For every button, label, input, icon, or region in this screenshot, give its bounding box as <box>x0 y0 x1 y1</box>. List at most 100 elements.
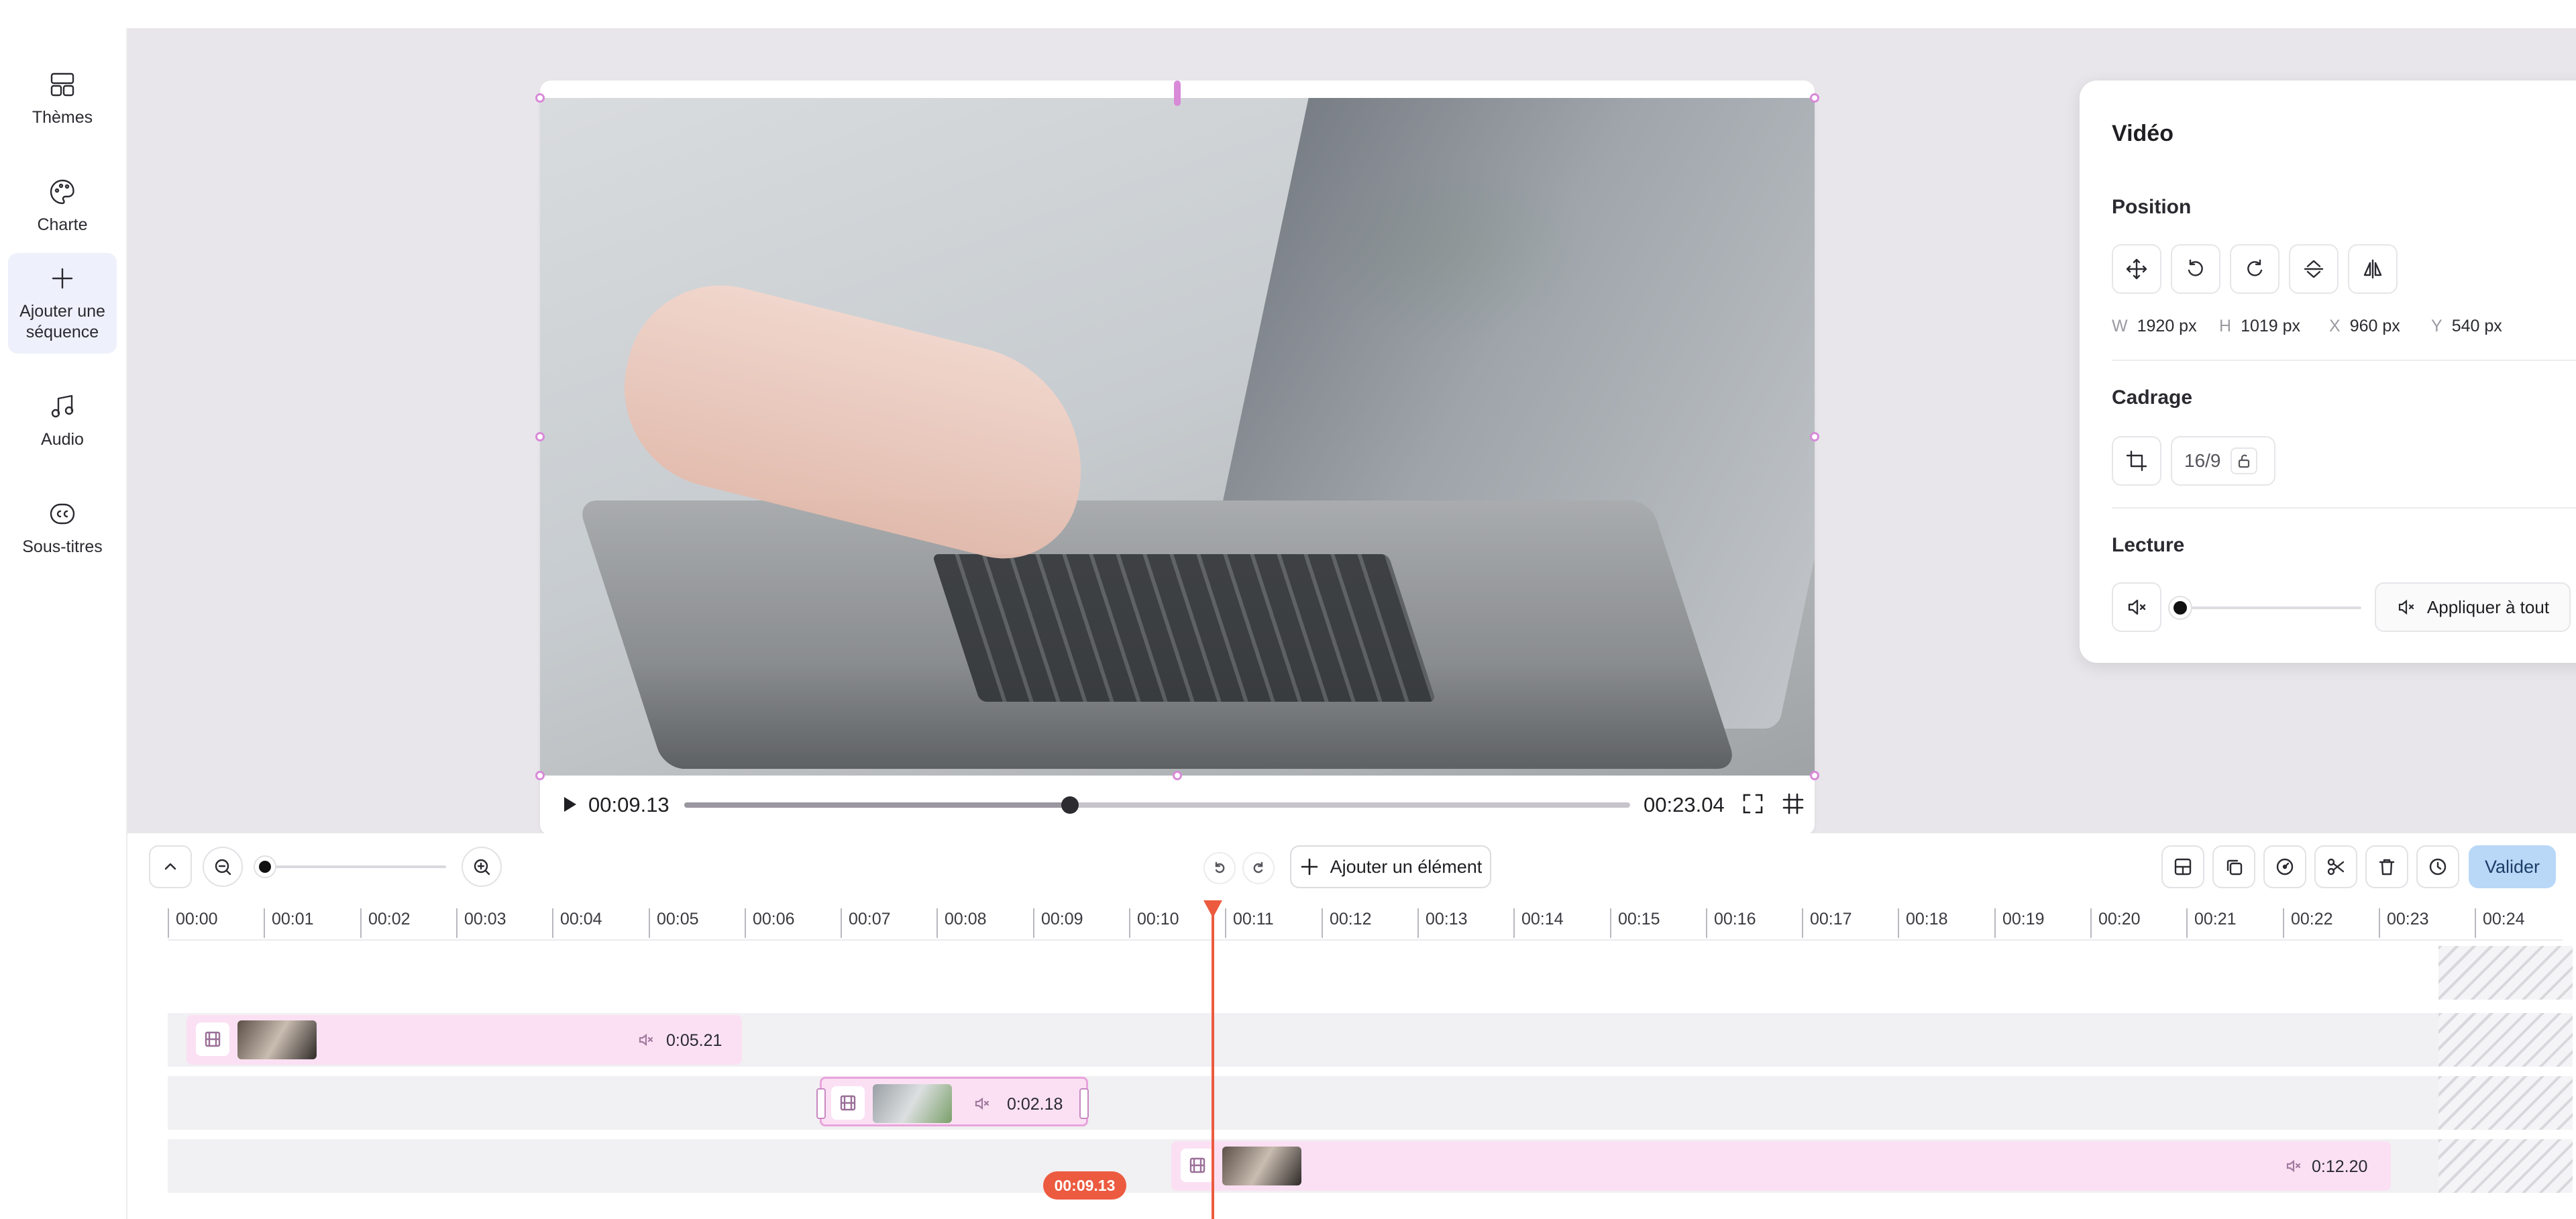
chevron-up-icon <box>164 863 176 870</box>
timeline-track-empty <box>168 946 2573 1000</box>
clip-trim-handle-right[interactable] <box>1079 1088 1089 1119</box>
sidebar-item-label: Audio <box>41 429 84 449</box>
duplicate-button[interactable] <box>2212 845 2255 888</box>
cut-button[interactable] <box>2314 845 2357 888</box>
playhead-line[interactable] <box>1212 904 1214 1219</box>
add-element-label: Ajouter un élément <box>1330 856 1483 877</box>
rotate-right-button[interactable] <box>2230 244 2279 294</box>
rotate-left-button[interactable] <box>2171 244 2220 294</box>
ruler-tick: 00:09 <box>1033 908 1083 938</box>
film-icon-box <box>831 1086 865 1120</box>
crop-section-title: Cadrage <box>2112 386 2193 409</box>
time-ruler[interactable]: 00:00 00:01 00:02 00:03 00:04 00:05 00:06 00:07… <box>168 900 2563 941</box>
ruler-tick: 00:13 <box>1417 908 1468 938</box>
ratio-lock-button[interactable] <box>2230 447 2257 474</box>
zoom-in-button[interactable] <box>462 847 502 887</box>
zoom-slider[interactable] <box>255 857 446 877</box>
y-readout: Y 540 px <box>2431 317 2502 335</box>
ruler-tick: 00:05 <box>649 908 699 938</box>
progress-knob[interactable] <box>1061 796 1079 814</box>
add-element-button[interactable]: Ajouter un élément <box>1290 845 1491 888</box>
history-button[interactable] <box>2416 845 2459 888</box>
ruler-tick: 00:00 <box>168 908 218 938</box>
aspect-ratio-field[interactable]: 16/9 <box>2171 436 2275 486</box>
undo-button[interactable] <box>1203 852 1236 884</box>
crop-icon <box>2126 450 2147 472</box>
collapse-timeline-button[interactable] <box>149 845 192 888</box>
palette-icon <box>50 179 74 204</box>
video-stage: 00:09.13 00:23.04 <box>535 81 1819 835</box>
resize-handle-top-right[interactable] <box>1810 93 1819 103</box>
layout-icon <box>50 72 74 96</box>
crop-button[interactable] <box>2112 436 2161 486</box>
film-icon <box>1189 1157 1205 1173</box>
zoom-out-button[interactable] <box>203 847 243 887</box>
apply-to-all-button[interactable]: Appliquer à tout <box>2375 582 2571 632</box>
fullscreen-icon <box>1743 794 1763 814</box>
volume-knob[interactable] <box>2169 597 2191 619</box>
video-clip[interactable]: 0:05.21 <box>186 1015 742 1065</box>
ruler-tick: 00:06 <box>745 908 795 938</box>
volume-slider[interactable] <box>2169 597 2361 619</box>
play-icon <box>564 797 576 812</box>
rotate-right-icon <box>2247 259 2263 276</box>
speed-button[interactable] <box>2263 845 2306 888</box>
sidebar-item-charte[interactable]: Charte <box>8 156 117 256</box>
rotate-left-icon <box>2188 259 2203 276</box>
ruler-tick: 00:16 <box>1706 908 1756 938</box>
ruler-tick: 00:21 <box>2186 908 2237 938</box>
sidebar-item-subtitles[interactable]: Sous-titres <box>8 478 117 578</box>
move-button[interactable] <box>2112 244 2161 294</box>
grid-button[interactable] <box>1781 792 1808 818</box>
ruler-tick: 00:11 <box>1225 908 1274 938</box>
total-time: 00:23.04 <box>1644 793 1725 816</box>
ruler-tick: 00:03 <box>456 908 506 938</box>
ruler-tick: 00:10 <box>1129 908 1179 938</box>
ruler-tick: 00:23 <box>2379 908 2429 938</box>
play-button[interactable] <box>559 792 582 817</box>
ruler-tick: 00:17 <box>1802 908 1852 938</box>
playhead-time-badge: 00:09.13 <box>1043 1171 1126 1200</box>
clip-mute-button[interactable] <box>2285 1157 2304 1176</box>
fullscreen-button[interactable] <box>1741 792 1768 818</box>
video-clip[interactable]: 0:12.20 <box>1171 1141 2391 1191</box>
resize-handle-left[interactable] <box>535 432 545 441</box>
redo-button[interactable] <box>1242 852 1275 884</box>
clip-mute-button[interactable] <box>973 1095 992 1114</box>
track-end-area <box>2438 1139 2573 1193</box>
keyboard-image <box>932 554 1436 702</box>
validate-button[interactable]: Valider <box>2469 845 2556 888</box>
flip-vertical-button[interactable] <box>2289 244 2339 294</box>
sidebar-item-themes[interactable]: Thèmes <box>8 48 117 149</box>
resize-handle-right[interactable] <box>1810 432 1819 441</box>
ruler-tick: 00:08 <box>936 908 987 938</box>
rotate-grip[interactable] <box>1174 81 1181 106</box>
ruler-tick: 00:20 <box>2090 908 2141 938</box>
clip-mute-button[interactable] <box>637 1031 656 1050</box>
sidebar-item-add-sequence[interactable]: Ajouter une séquence <box>8 253 117 354</box>
flip-horizontal-button[interactable] <box>2348 244 2398 294</box>
clip-duration: 0:05.21 <box>666 1031 722 1050</box>
video-clip-selected[interactable]: 0:02.18 <box>816 1077 1089 1126</box>
progress-bar[interactable] <box>684 796 1630 814</box>
zoom-knob[interactable] <box>255 857 275 877</box>
ruler-tick: 00:07 <box>841 908 891 938</box>
progress-fill <box>684 802 1071 808</box>
mute-button[interactable] <box>2112 582 2161 632</box>
clip-trim-handle-left[interactable] <box>816 1088 826 1119</box>
music-note-icon <box>51 394 74 417</box>
clip-duration: 0:12.20 <box>2312 1157 2368 1176</box>
zoom-in-icon <box>474 859 490 876</box>
ruler-tick: 00:24 <box>2475 908 2525 938</box>
ruler-tick: 00:12 <box>1322 908 1372 938</box>
canvas-area: 00:09.13 00:23.04 Vidéo Position W 1920 … <box>127 28 2576 835</box>
x-readout: X 960 px <box>2329 317 2400 335</box>
track-end-area <box>2438 946 2573 1000</box>
split-layout-button[interactable] <box>2161 845 2204 888</box>
sidebar-item-audio[interactable]: Audio <box>8 370 117 471</box>
delete-button[interactable] <box>2365 845 2408 888</box>
ruler-tick: 00:02 <box>360 908 411 938</box>
resize-handle-top-left[interactable] <box>535 93 545 103</box>
move-icon <box>2126 258 2147 280</box>
video-preview[interactable] <box>540 98 1815 776</box>
